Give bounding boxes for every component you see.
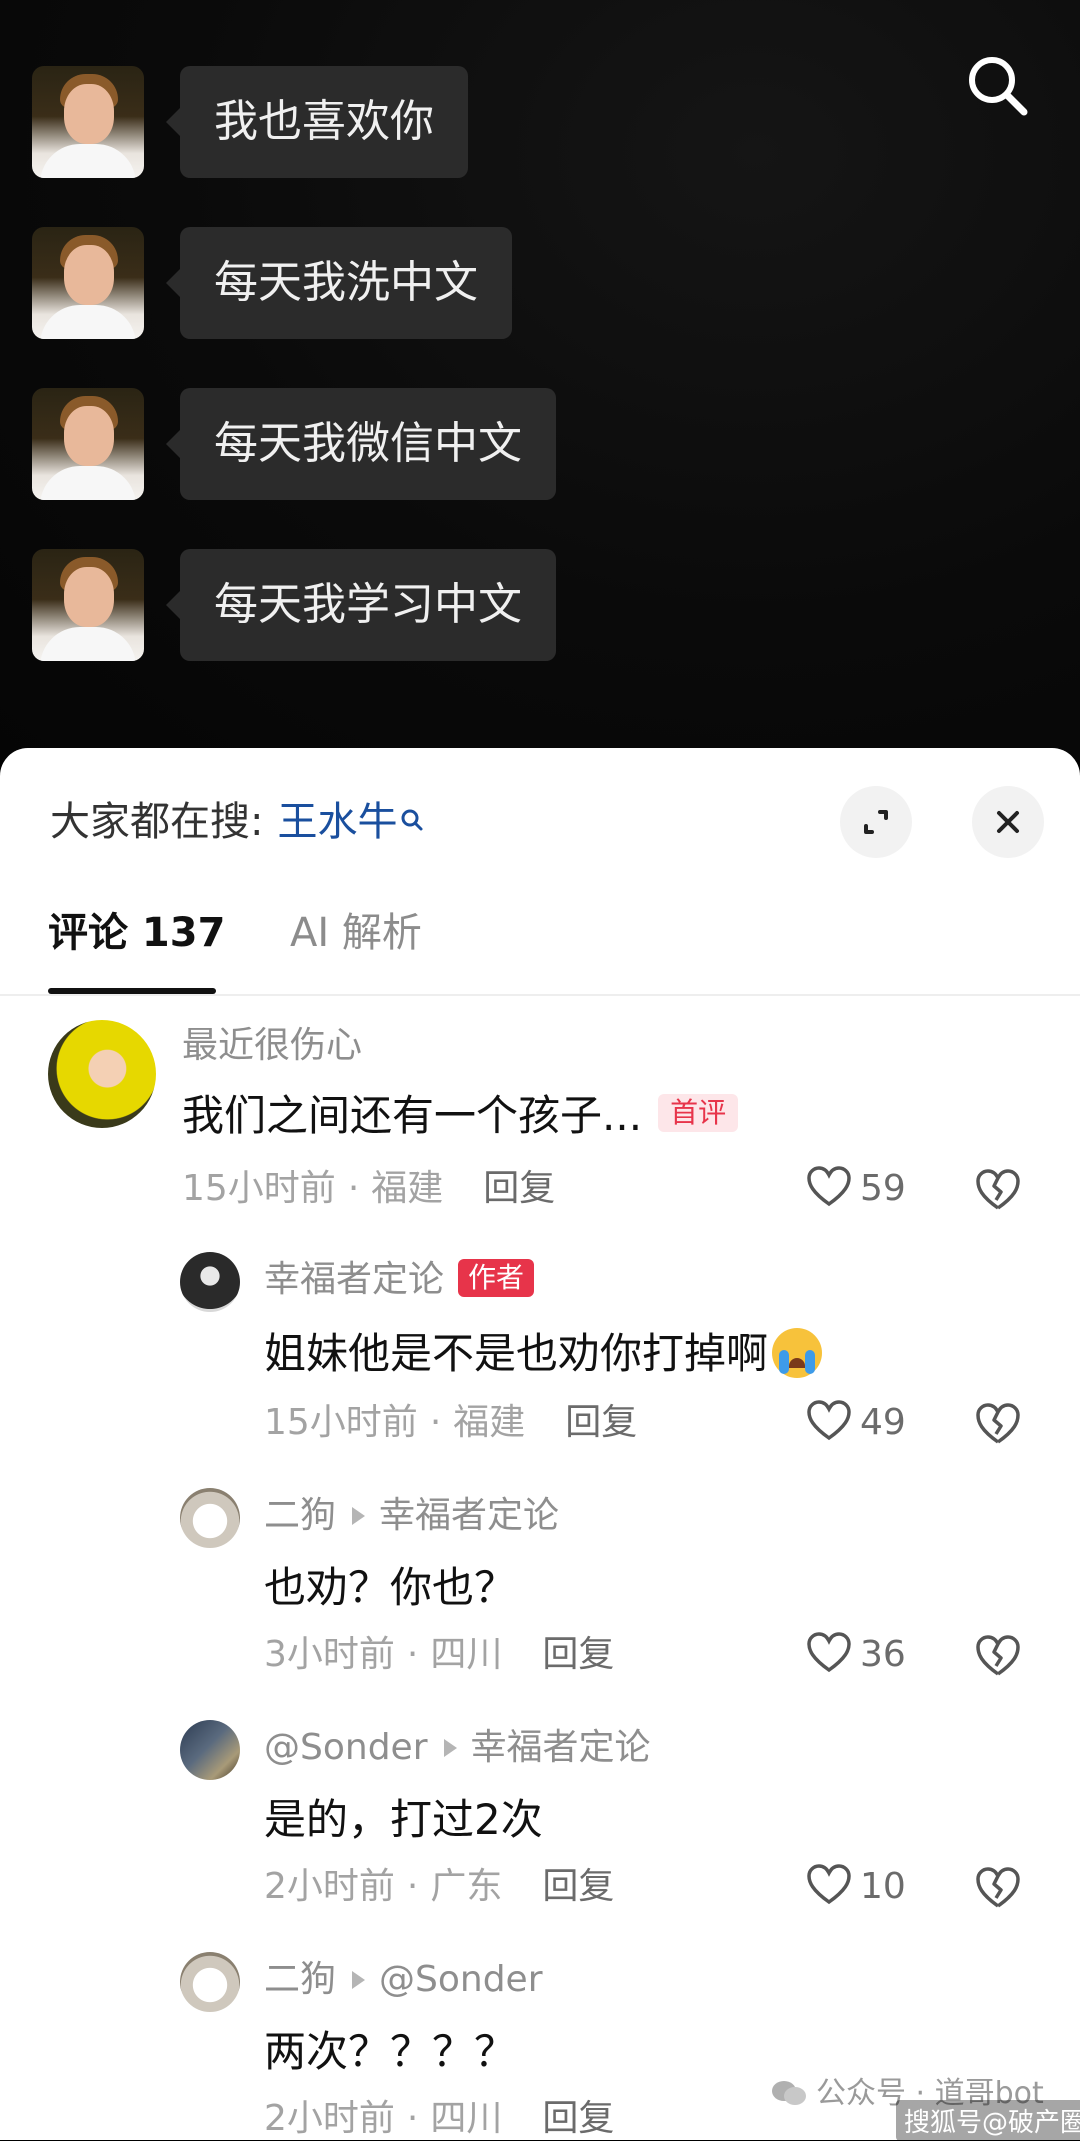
trending-search[interactable]: 大家都在搜: 王水牛 <box>50 792 425 852</box>
expand-button[interactable] <box>840 786 912 858</box>
avatar[interactable] <box>180 1488 240 1548</box>
avatar <box>32 227 144 339</box>
search-icon <box>399 792 425 852</box>
comment-meta: 15小时前 · 福建 回复 <box>182 1168 556 1209</box>
avatar <box>32 388 144 500</box>
comment-meta: 3小时前 · 四川 回复 <box>264 1634 615 1675</box>
avatar[interactable] <box>180 1252 240 1312</box>
comment-author[interactable]: 幸福者定论 作者 <box>264 1256 535 1304</box>
broken-heart-icon <box>976 1169 1020 1210</box>
comment-time: 2小时前 <box>264 1866 395 1907</box>
reply-arrow-icon <box>352 1970 366 1989</box>
author-name[interactable]: 二狗 <box>264 1495 336 1536</box>
avatar[interactable] <box>180 1720 240 1780</box>
dislike-button[interactable] <box>974 1168 1022 1216</box>
video-area[interactable]: 我也喜欢你 每天我洗中文 每天我微信中文 每天我学习中文 <box>0 0 1080 760</box>
broken-heart-icon <box>976 1403 1020 1444</box>
author-name[interactable]: @Sonder <box>264 1727 428 1768</box>
tab-comments[interactable]: 评论 137 <box>48 888 225 978</box>
comment-author[interactable]: 最近很伤心 <box>182 1022 362 1070</box>
comment-meta: 2小时前 · 四川 回复 <box>264 2098 615 2139</box>
comment-location: 四川 <box>430 1634 503 1675</box>
chat-bubble: 每天我微信中文 <box>166 388 556 500</box>
avatar[interactable] <box>180 1952 240 2012</box>
tab-ai-analysis[interactable]: AI 解析 <box>290 888 422 978</box>
like-button[interactable]: 36 <box>806 1630 906 1680</box>
like-button[interactable]: 49 <box>806 1398 906 1448</box>
search-icon[interactable] <box>962 50 1032 120</box>
divider <box>0 994 1080 996</box>
comment-body: 姐妹他是不是也劝你打掉啊 <box>264 1329 769 1378</box>
chat-bubble: 每天我学习中文 <box>166 549 556 661</box>
like-count: 49 <box>860 1402 906 1443</box>
comment-location: 福建 <box>371 1168 444 1209</box>
comment-text: 也劝？你也？ <box>264 1563 517 1612</box>
reply-to-name[interactable]: 幸福者定论 <box>379 1495 559 1536</box>
first-comment-badge: 首评 <box>658 1094 739 1132</box>
heart-icon <box>807 1864 851 1905</box>
author-badge: 作者 <box>458 1259 535 1297</box>
reply-button[interactable]: 回复 <box>542 1634 614 1675</box>
comment-location: 四川 <box>430 2098 503 2139</box>
reply-to-name[interactable]: 幸福者定论 <box>471 1727 651 1768</box>
chat-bubble: 每天我洗中文 <box>166 227 512 339</box>
reply-button[interactable]: 回复 <box>542 1866 614 1907</box>
comment-author[interactable]: 二狗 @Sonder <box>264 1956 543 2004</box>
trending-label: 大家都在搜: <box>50 799 264 845</box>
comment-location: 广东 <box>430 1866 503 1907</box>
close-icon <box>997 811 1019 833</box>
comment-location: 福建 <box>453 1402 526 1443</box>
dislike-button[interactable] <box>974 1634 1022 1682</box>
like-button[interactable]: 59 <box>806 1164 906 1214</box>
reply-button[interactable]: 回复 <box>565 1402 637 1443</box>
comment-meta: 2小时前 · 广东 回复 <box>264 1866 615 1907</box>
comment-text: 是的，打过2次 <box>264 1795 543 1844</box>
like-count: 59 <box>860 1168 906 1209</box>
comment-time: 15小时前 <box>182 1168 336 1209</box>
heart-icon <box>807 1166 851 1207</box>
comment-body: 我们之间还有一个孩子... <box>182 1091 643 1140</box>
broken-heart-icon <box>976 1867 1020 1908</box>
comment-text: 两次？？？？ <box>264 2027 517 2076</box>
reply-button[interactable]: 回复 <box>542 2098 614 2139</box>
reply-arrow-icon <box>443 1738 457 1757</box>
crying-emoji-icon <box>772 1328 823 1378</box>
comment-author[interactable]: 二狗 幸福者定论 <box>264 1492 559 1540</box>
comment-text: 姐妹他是不是也劝你打掉啊 <box>264 1324 823 1384</box>
author-name[interactable]: 幸福者定论 <box>264 1259 444 1300</box>
comment-time: 15小时前 <box>264 1402 418 1443</box>
avatar <box>32 549 144 661</box>
comment-sheet: 大家都在搜: 王水牛 评论 137 AI 解析 最近很伤心 我们之间还有一个孩子.… <box>0 748 1080 2140</box>
chat-bubble: 我也喜欢你 <box>166 66 468 178</box>
heart-icon <box>807 1400 851 1441</box>
avatar <box>32 66 144 178</box>
watermark-sohu: 搜狐号@破产圈 <box>896 2100 1080 2141</box>
reply-arrow-icon <box>352 1506 366 1525</box>
wechat-icon <box>772 2081 806 2105</box>
author-name[interactable]: 二狗 <box>264 1959 336 2000</box>
trending-term[interactable]: 王水牛 <box>277 799 397 845</box>
close-button[interactable] <box>972 786 1044 858</box>
comment-meta: 15小时前 · 福建 回复 <box>264 1402 638 1443</box>
like-button[interactable]: 10 <box>806 1862 906 1912</box>
broken-heart-icon <box>976 1635 1020 1676</box>
heart-icon <box>807 1632 851 1673</box>
like-count: 36 <box>860 1634 906 1675</box>
comment-text: 我们之间还有一个孩子... 首评 <box>182 1086 739 1146</box>
reply-to-name[interactable]: @Sonder <box>379 1959 543 2000</box>
comment-time: 2小时前 <box>264 2098 395 2139</box>
reply-button[interactable]: 回复 <box>483 1168 555 1209</box>
comment-time: 3小时前 <box>264 1634 395 1675</box>
expand-icon <box>864 810 888 834</box>
dislike-button[interactable] <box>974 1866 1022 1914</box>
comment-author[interactable]: @Sonder 幸福者定论 <box>264 1724 651 1772</box>
like-count: 10 <box>860 1866 906 1907</box>
dislike-button[interactable] <box>974 1402 1022 1450</box>
avatar[interactable] <box>48 1020 156 1128</box>
